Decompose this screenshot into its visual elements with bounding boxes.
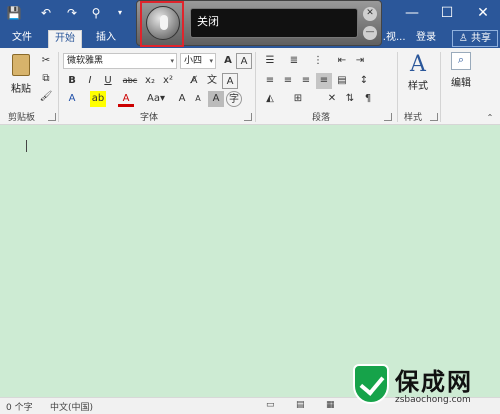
italic-icon[interactable]: I xyxy=(82,73,98,89)
editing-button[interactable]: ⌕ 编辑 xyxy=(446,52,476,89)
divider xyxy=(440,52,441,122)
increase-indent-icon[interactable]: ⇥ xyxy=(352,53,368,69)
styles-button[interactable]: A 样式 xyxy=(402,52,434,92)
save-icon[interactable]: 💾 xyxy=(6,5,22,21)
grow-font-icon[interactable]: A xyxy=(220,53,236,69)
document-area[interactable] xyxy=(0,125,500,397)
undo-icon[interactable]: ↶ xyxy=(38,5,54,21)
clipboard-group-label: 剪贴板 xyxy=(8,113,36,123)
chevron-down-icon: ▾ xyxy=(209,57,213,65)
speech-recognition-bar: 关闭 ✕ — xyxy=(136,0,382,47)
tab-home[interactable]: 开始 xyxy=(48,30,82,48)
text-effects-icon[interactable]: A xyxy=(64,91,80,107)
change-case-icon[interactable]: Aa▾ xyxy=(144,91,168,107)
divider xyxy=(255,52,256,122)
text-cursor xyxy=(26,140,27,152)
microphone-icon xyxy=(146,6,180,40)
char-border-icon[interactable]: A xyxy=(222,73,238,89)
tab-file[interactable]: 文件 xyxy=(6,30,38,48)
speech-status-box: 关闭 xyxy=(190,8,358,38)
distributed-icon[interactable]: ▤ xyxy=(334,73,350,89)
touch-mode-icon[interactable]: ⚲ xyxy=(88,5,104,21)
speech-status-text: 关闭 xyxy=(197,15,219,28)
styles-group-label: 样式 xyxy=(404,113,423,123)
clear-format-icon[interactable]: A̸ xyxy=(186,73,202,89)
char-shading-icon[interactable]: A xyxy=(208,91,224,107)
grow-text-icon[interactable]: A xyxy=(174,91,190,107)
divider xyxy=(397,52,398,122)
minimize-button[interactable]: — xyxy=(395,0,429,28)
sort-icon[interactable]: ⇅ xyxy=(342,91,358,107)
font-name-combo[interactable]: 微软雅黑 ▾ xyxy=(63,53,177,69)
watermark-url: zsbaochong.com xyxy=(395,395,471,405)
justify-icon[interactable]: ≡ xyxy=(316,73,332,89)
maximize-button[interactable]: ☐ xyxy=(430,0,464,28)
minimize-icon[interactable]: — xyxy=(363,26,377,40)
divider xyxy=(58,52,59,122)
cut-icon[interactable]: ✂ xyxy=(38,53,54,69)
paragraph-group-label: 段落 xyxy=(312,113,331,123)
show-marks-icon[interactable]: ¶ xyxy=(360,91,376,107)
paragraph-launcher-icon[interactable] xyxy=(384,113,392,121)
clipboard-icon xyxy=(12,54,30,76)
customize-toolbar-icon[interactable]: ▾ xyxy=(112,5,128,21)
font-group-label: 字体 xyxy=(140,113,159,123)
redo-icon[interactable]: ↷ xyxy=(64,5,80,21)
shading-icon[interactable]: ◭ xyxy=(262,91,278,107)
borders-icon[interactable]: ⊞ xyxy=(290,91,306,107)
font-color-icon[interactable]: A xyxy=(118,91,134,107)
tab-insert[interactable]: 插入 xyxy=(90,30,122,48)
superscript-icon[interactable]: x² xyxy=(160,73,176,89)
ribbon: 粘贴 ✂ ⧉ 🖌 剪贴板 微软雅黑 ▾ 小四 ▾ A A B I U abc x₂ … xyxy=(0,48,500,125)
bullets-icon[interactable]: ☰ xyxy=(262,53,278,69)
clipboard-launcher-icon[interactable] xyxy=(48,113,56,121)
print-layout-icon[interactable]: ▤ xyxy=(296,400,305,410)
styles-icon: A xyxy=(410,52,426,77)
shield-logo-icon xyxy=(353,364,389,404)
share-button[interactable]: ♙ 共享 xyxy=(451,30,498,47)
format-painter-icon[interactable]: 🖌 xyxy=(38,89,54,105)
microphone-body xyxy=(160,15,168,30)
strikethrough-icon[interactable]: abc xyxy=(122,73,138,89)
chevron-down-icon: ▾ xyxy=(170,57,174,65)
styles-launcher-icon[interactable] xyxy=(430,113,438,121)
paste-button[interactable]: 粘贴 xyxy=(8,54,34,95)
decrease-indent-icon[interactable]: ⇤ xyxy=(334,53,350,69)
web-layout-icon[interactable]: ▦ xyxy=(326,400,335,410)
font-launcher-icon[interactable] xyxy=(244,113,252,121)
chinese-layout-icon[interactable]: ✕ xyxy=(324,91,340,107)
watermark: 保成网 zsbaochong.com xyxy=(353,362,498,412)
align-center-icon[interactable]: ≡ xyxy=(280,73,296,89)
bold-icon[interactable]: B xyxy=(64,73,80,89)
numbering-icon[interactable]: ≣ xyxy=(286,53,302,69)
read-mode-icon[interactable]: ▭ xyxy=(266,400,275,410)
underline-icon[interactable]: U xyxy=(100,73,116,89)
watermark-title: 保成网 xyxy=(395,368,473,396)
multilevel-list-icon[interactable]: ⋮ xyxy=(310,53,326,69)
collapse-ribbon-icon[interactable]: ⌃ xyxy=(482,110,498,126)
line-spacing-icon[interactable]: ↕ xyxy=(356,73,372,89)
close-button[interactable]: ✕ xyxy=(466,0,500,28)
close-icon[interactable]: ✕ xyxy=(363,7,377,21)
word-count[interactable]: 0 个字 xyxy=(6,400,33,413)
highlight-icon[interactable]: ab xyxy=(90,91,106,107)
subscript-icon[interactable]: x₂ xyxy=(142,73,158,89)
shrink-font-icon[interactable]: A xyxy=(236,53,252,69)
shrink-text-icon[interactable]: A xyxy=(190,91,206,107)
search-icon: ⌕ xyxy=(451,52,471,70)
user-icon: ♙ xyxy=(458,33,468,44)
login-link[interactable]: 登录 xyxy=(410,30,442,48)
language-indicator[interactable]: 中文(中国) xyxy=(50,400,93,413)
align-left-icon[interactable]: ≡ xyxy=(262,73,278,89)
copy-icon[interactable]: ⧉ xyxy=(38,71,54,87)
enclose-char-icon[interactable]: 字 xyxy=(226,91,242,107)
align-right-icon[interactable]: ≡ xyxy=(298,73,314,89)
phonetic-guide-icon[interactable]: 文 xyxy=(204,73,220,89)
microphone-button[interactable] xyxy=(140,1,184,47)
font-size-combo[interactable]: 小四 ▾ xyxy=(180,53,216,69)
